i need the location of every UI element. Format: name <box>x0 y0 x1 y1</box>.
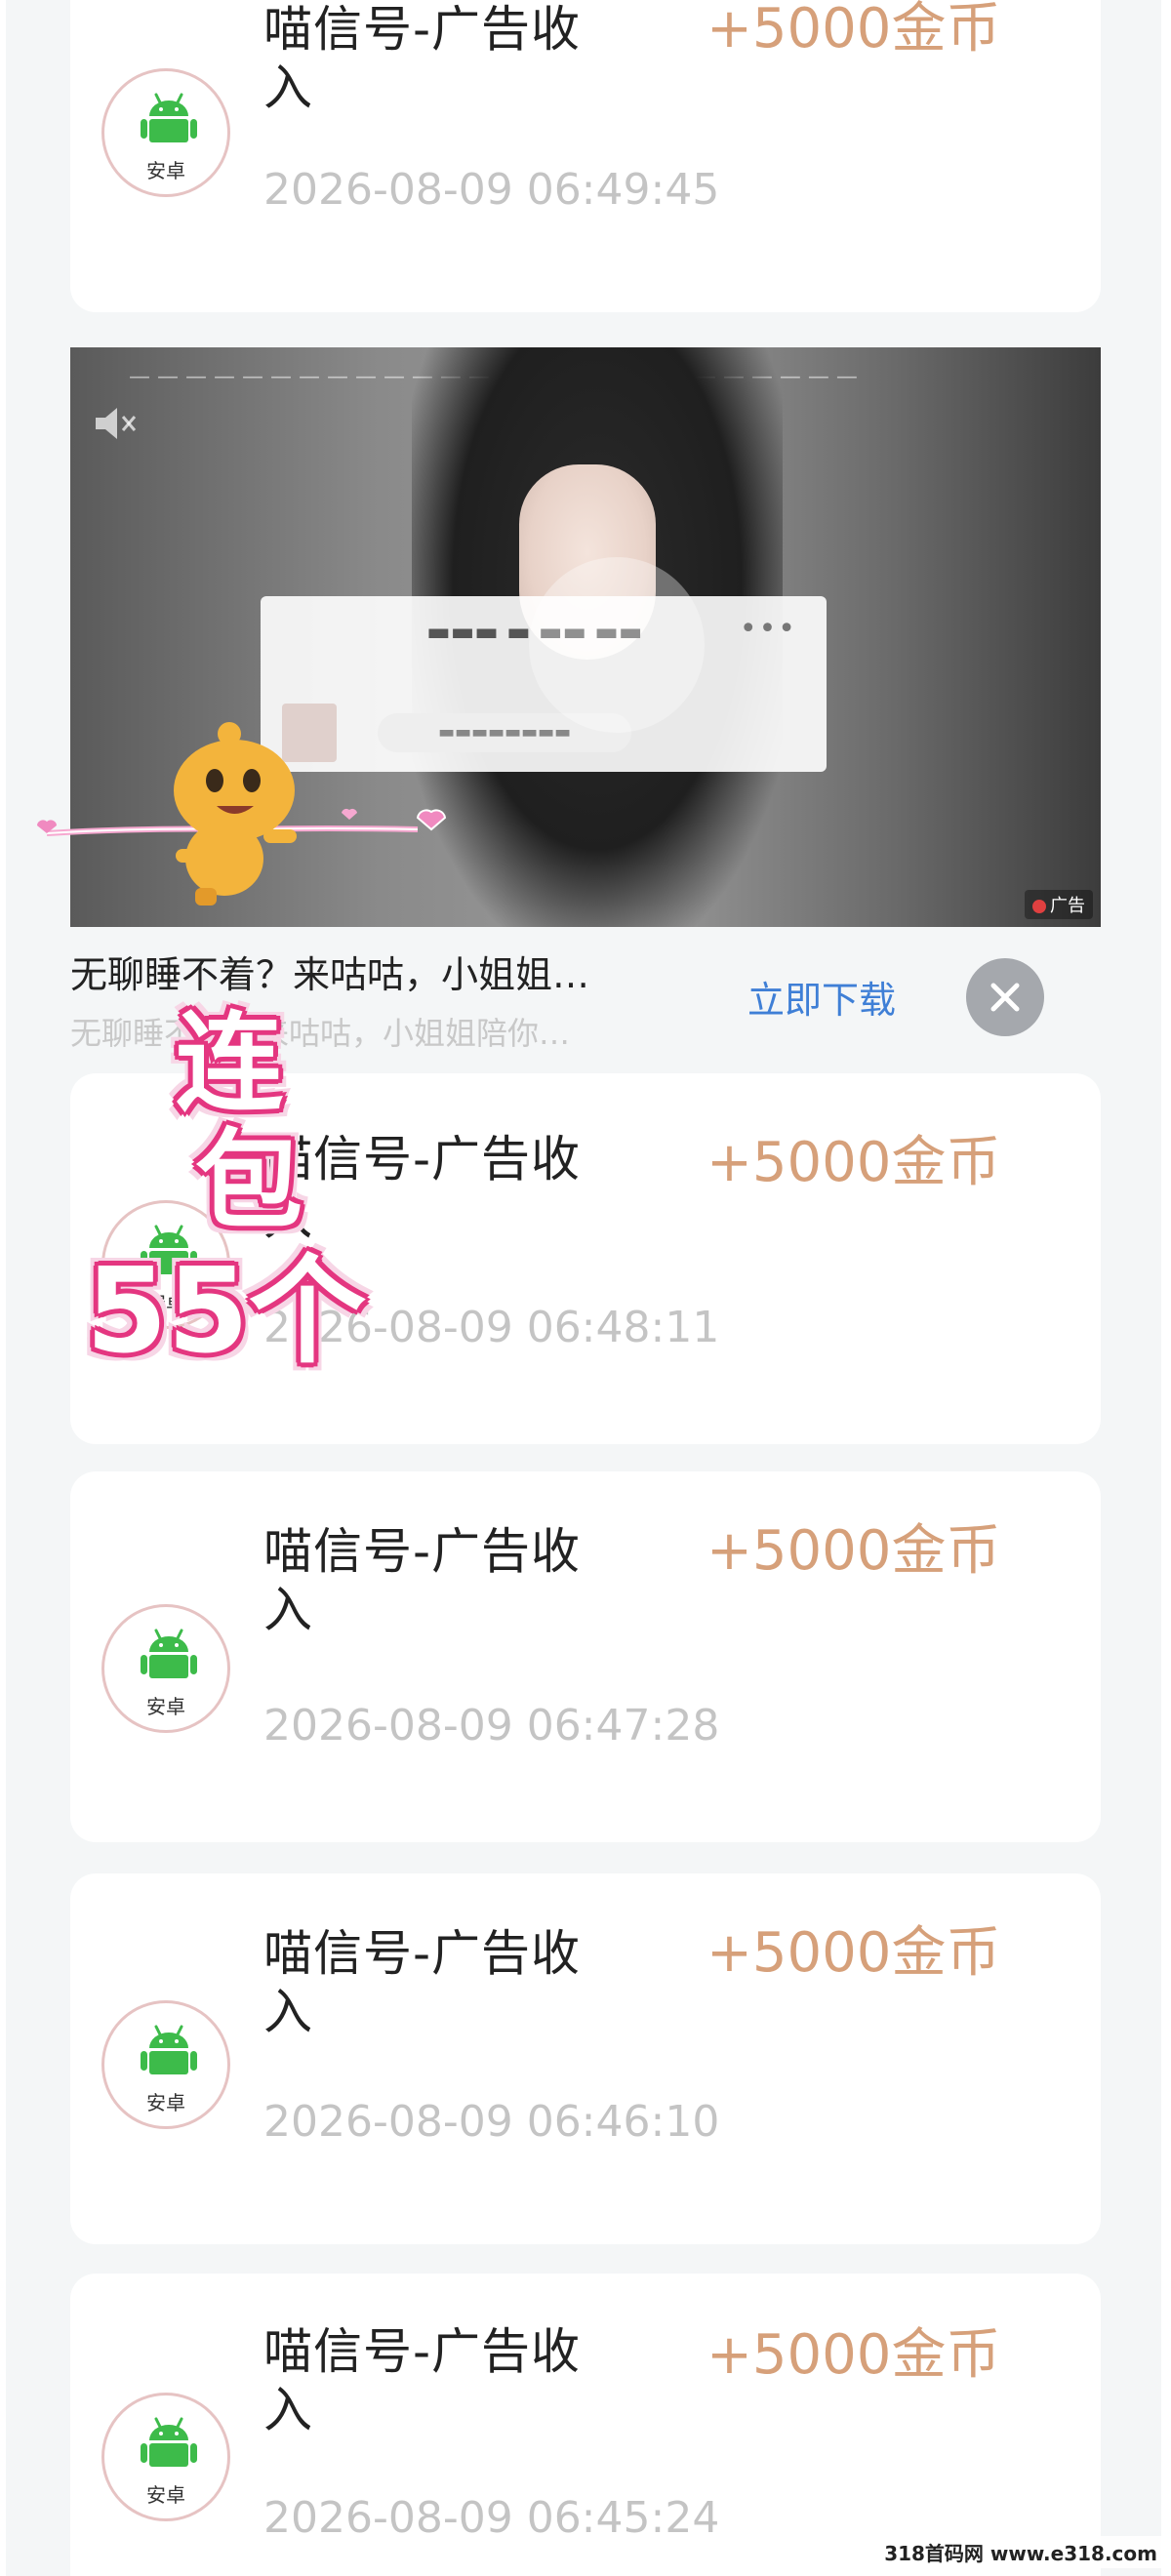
watermark: 318首码网 www.e318.com <box>878 2536 1163 2568</box>
ad-badge-dot <box>1032 900 1046 913</box>
record-amount: +5000金币 <box>707 1131 1001 1194</box>
record-time: 2026-08-09 06:46:10 <box>263 2097 720 2147</box>
record-title: 喵信号-广告收入 <box>263 1 582 116</box>
overlay-text-line2: 包 <box>195 1118 303 1243</box>
android-icon <box>141 93 197 142</box>
ad-download-button[interactable]: 立即下载 <box>747 970 896 1024</box>
ad-badge: 广告 <box>1025 890 1093 919</box>
left-edge <box>0 0 6 2576</box>
platform-label: 安卓 <box>146 2483 185 2507</box>
play-overlay-icon <box>529 557 705 733</box>
android-icon <box>141 2417 197 2467</box>
platform-logo: 安卓 <box>101 1604 230 1733</box>
ad-description: 无聊睡不着？来咕咕，小姐姐陪你… <box>70 1015 571 1052</box>
ad-badge-label: 广告 <box>1050 896 1085 916</box>
record-card[interactable]: 安卓 喵信号-广告收入 +5000金币 2026-08-09 06:46:10 <box>70 1873 1101 2244</box>
ad-close-button[interactable] <box>966 958 1044 1036</box>
close-icon <box>990 983 1020 1012</box>
record-card[interactable]: 安卓 喵信号-广告收入 +5000金币 2026-08-09 06:45:24 <box>70 2274 1101 2576</box>
record-title: 喵信号-广告收入 <box>263 2323 582 2438</box>
record-card[interactable]: 安卓 喵信号-广告收入 +5000金币 2026-08-09 06:47:28 <box>70 1471 1101 1842</box>
record-time: 2026-08-09 06:49:45 <box>263 165 720 215</box>
platform-logo: 安卓 <box>101 68 230 197</box>
income-records-page: 安卓 喵信号-广告收入 +5000金币 2026-08-09 06:49:45 … <box>0 0 1171 2576</box>
record-amount: +5000金币 <box>707 2323 1001 2387</box>
mascot-sticker <box>174 722 297 906</box>
platform-logo: 安卓 <box>101 2393 230 2521</box>
ad-title[interactable]: 无聊睡不着？来咕咕，小姐姐… <box>70 945 589 998</box>
platform-label: 安卓 <box>146 159 185 182</box>
record-time: 2026-08-09 06:47:28 <box>263 1701 720 1751</box>
platform-label: 安卓 <box>146 1695 185 1718</box>
android-icon <box>141 1629 197 1678</box>
overlay-text-line1: 连 <box>176 1001 283 1126</box>
more-icon: ••• <box>739 612 797 646</box>
android-icon <box>141 2025 197 2074</box>
platform-logo: 安卓 <box>101 2000 230 2129</box>
record-time: 2026-08-09 06:45:24 <box>263 2493 720 2543</box>
record-amount: +5000金币 <box>707 1921 1001 1985</box>
right-edge <box>1161 0 1171 2576</box>
record-title: 喵信号-广告收入 <box>263 1925 582 2040</box>
record-amount: +5000金币 <box>707 0 1001 60</box>
record-title: 喵信号-广告收入 <box>263 1131 582 1246</box>
record-card[interactable]: 安卓 喵信号-广告收入 +5000金币 2026-08-09 06:49:45 <box>70 0 1101 312</box>
mute-icon[interactable] <box>92 404 141 443</box>
record-title: 喵信号-广告收入 <box>263 1523 582 1638</box>
platform-label: 安卓 <box>146 2091 185 2114</box>
record-amount: +5000金币 <box>707 1519 1001 1583</box>
overlay-text-line3: 55个 <box>86 1244 366 1380</box>
